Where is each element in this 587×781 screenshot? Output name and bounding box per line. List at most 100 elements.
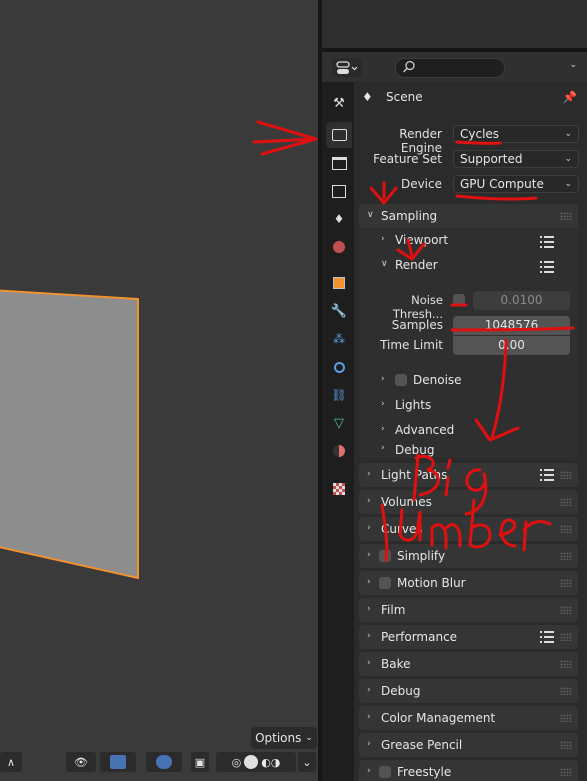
drag-handle-icon[interactable] <box>560 714 572 722</box>
presets-list-icon[interactable] <box>540 236 554 248</box>
chevron-down-icon: ∨ <box>367 210 374 220</box>
tab-output[interactable] <box>326 150 352 176</box>
feature-set-label: Feature Set <box>373 152 442 166</box>
pin-icon[interactable]: 📌 <box>563 90 577 104</box>
tab-texture[interactable] <box>326 476 352 502</box>
feature-set-value: Supported <box>460 152 523 166</box>
drag-handle-icon[interactable] <box>560 660 572 668</box>
tab-modifiers[interactable]: 🔧 <box>326 298 352 324</box>
selected-plane-object[interactable] <box>0 0 150 600</box>
debug-subpanel-header[interactable]: › Debug <box>359 443 578 458</box>
chevron-right-icon: › <box>367 658 371 668</box>
denoise-checkbox[interactable] <box>395 374 407 386</box>
tab-data[interactable]: ▽ <box>326 410 352 436</box>
drag-handle-icon[interactable] <box>560 687 572 695</box>
presets-list-icon[interactable] <box>540 469 554 481</box>
render-engine-value: Cycles <box>460 127 500 141</box>
debug-title: Debug <box>381 684 421 698</box>
drag-handle-icon[interactable] <box>560 768 572 776</box>
chevron-right-icon: › <box>381 234 385 244</box>
solid-shading-icon[interactable] <box>244 755 259 769</box>
debug-subpanel-title: Debug <box>395 443 435 457</box>
tab-constraints[interactable]: ⛓ <box>326 382 352 408</box>
tab-physics[interactable] <box>326 354 352 380</box>
chevron-down-icon[interactable]: ⌄ <box>569 60 577 70</box>
freestyle-checkbox[interactable] <box>379 766 391 778</box>
rendered-shading-icon[interactable]: ◑ <box>271 756 281 769</box>
noise-threshold-checkbox[interactable] <box>453 294 465 306</box>
curves-panel[interactable]: › Curves <box>359 517 578 541</box>
options-button[interactable]: Options ⌄ <box>251 727 317 749</box>
visibility-eye-icon[interactable]: 👁 <box>66 752 96 772</box>
color-management-panel[interactable]: › Color Management <box>359 706 578 730</box>
drag-handle-icon[interactable] <box>560 633 572 641</box>
motion-blur-panel[interactable]: › Motion Blur <box>359 571 578 595</box>
denoise-subpanel-header[interactable]: › Denoise <box>359 368 578 393</box>
chevron-down-icon: ∨ <box>381 259 388 269</box>
overlay-icon[interactable] <box>146 752 182 772</box>
simplify-panel[interactable]: › Simplify <box>359 544 578 568</box>
wireframe-shading-icon[interactable]: ◎ <box>232 756 242 769</box>
simplify-checkbox[interactable] <box>379 550 391 562</box>
device-label: Device <box>400 177 442 191</box>
material-shading-icon[interactable]: ◐ <box>261 756 271 769</box>
printer-icon <box>331 156 347 170</box>
freestyle-title: Freestyle <box>397 765 452 779</box>
device-dropdown[interactable]: GPU Compute ⌄ <box>453 175 579 193</box>
light-paths-panel[interactable]: › Light Paths <box>359 463 578 487</box>
tab-world[interactable] <box>326 234 352 260</box>
lights-subpanel-header[interactable]: › Lights <box>359 393 578 418</box>
samples-field[interactable]: 1048576 <box>453 316 570 335</box>
feature-set-dropdown[interactable]: Supported ⌄ <box>453 150 579 168</box>
constraints-icon: ⛓ <box>331 388 347 402</box>
tab-view-layer[interactable] <box>326 178 352 204</box>
tab-object[interactable] <box>326 270 352 296</box>
shading-mode-buttons[interactable]: ◎ ◐ ◑ <box>216 752 296 772</box>
render-engine-dropdown[interactable]: Cycles ⌄ <box>453 125 579 143</box>
advanced-subpanel-header[interactable]: › Advanced <box>359 418 578 443</box>
drag-handle-icon[interactable] <box>560 552 572 560</box>
viewport-subpanel-header[interactable]: › Viewport <box>359 228 578 253</box>
properties-tabs: ⚒ ♦ 🔧 ⁂ ⛓ ▽ <box>322 82 354 781</box>
tab-particles[interactable]: ⁂ <box>326 326 352 352</box>
presets-list-icon[interactable] <box>540 261 554 273</box>
drag-handle-icon[interactable] <box>560 212 572 220</box>
curves-title: Curves <box>381 522 423 536</box>
tab-scene[interactable]: ♦ <box>326 206 352 232</box>
render-subpanel-header[interactable]: ∨ Render <box>359 253 578 278</box>
bake-panel[interactable]: › Bake <box>359 652 578 676</box>
drag-handle-icon[interactable] <box>560 741 572 749</box>
search-input[interactable] <box>395 58 505 78</box>
presets-list-icon[interactable] <box>540 631 554 643</box>
shading-options-chevron-icon[interactable]: ⌄ <box>298 752 316 772</box>
tab-render[interactable] <box>326 122 352 148</box>
freestyle-panel[interactable]: › Freestyle <box>359 760 578 781</box>
time-limit-field[interactable]: 0.00 <box>453 336 570 355</box>
performance-panel[interactable]: › Performance <box>359 625 578 649</box>
tab-material[interactable] <box>326 438 352 464</box>
object-icon <box>333 277 345 289</box>
drag-handle-icon[interactable] <box>560 525 572 533</box>
grease-pencil-panel[interactable]: › Grease Pencil <box>359 733 578 757</box>
film-panel[interactable]: › Film <box>359 598 578 622</box>
drag-handle-icon[interactable] <box>560 471 572 479</box>
xray-icon[interactable]: ▣ <box>191 752 209 772</box>
sampling-title: Sampling <box>381 209 438 223</box>
gizmo-icon[interactable] <box>100 752 136 772</box>
falloff-icon[interactable]: ∧ <box>0 752 22 772</box>
sampling-header[interactable]: ∨ Sampling <box>359 204 578 228</box>
chevron-right-icon: › <box>381 374 385 384</box>
drag-handle-icon[interactable] <box>560 606 572 614</box>
debug-panel[interactable]: › Debug <box>359 679 578 703</box>
tab-tool[interactable]: ⚒ <box>326 90 352 116</box>
noise-threshold-field[interactable]: 0.0100 <box>473 291 570 310</box>
chevron-right-icon: › <box>367 604 371 614</box>
drag-handle-icon[interactable] <box>560 579 572 587</box>
editor-type-button[interactable] <box>332 58 362 77</box>
performance-title: Performance <box>381 630 458 644</box>
volumes-title: Volumes <box>381 495 432 509</box>
drag-handle-icon[interactable] <box>560 498 572 506</box>
volumes-panel[interactable]: › Volumes <box>359 490 578 514</box>
motion-blur-checkbox[interactable] <box>379 577 391 589</box>
3d-viewport[interactable]: Options ⌄ ∧ 👁 ▣ ◎ ◐ ◑ ⌄ <box>0 0 318 781</box>
